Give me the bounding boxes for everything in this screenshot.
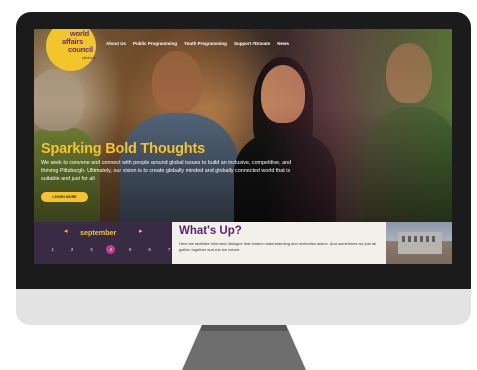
nav-public-programming[interactable]: Public Programming (133, 41, 177, 46)
calendar-day-selected[interactable]: 4 (101, 245, 120, 254)
monitor-chin (16, 289, 471, 325)
site-logo[interactable]: world affairs council pittsburgh (46, 29, 102, 71)
calendar-day[interactable]: 3 (82, 245, 101, 254)
whats-up-title: What's Up? (179, 225, 242, 237)
hero-description: We seek to convene and connect with peop… (41, 160, 292, 183)
calendar-month: september (80, 228, 117, 237)
logo-text-council: council (68, 45, 93, 54)
nav-about-us[interactable]: About Us (106, 41, 126, 46)
logo-text-pittsburgh: pittsburgh (82, 56, 96, 60)
nav-news[interactable]: News (277, 41, 289, 46)
nav-youth-programming[interactable]: Youth Programming (184, 41, 227, 46)
calendar-day[interactable]: 5 (121, 245, 140, 254)
monitor-stand (182, 325, 306, 370)
whats-up-text: Here we facilitate informed dialogue tha… (179, 241, 376, 252)
thumbnail-windows (402, 236, 438, 242)
hero-title: Sparking Bold Thoughts (41, 141, 205, 157)
calendar-next-arrow-icon[interactable]: ▸ (139, 227, 143, 235)
calendar-day[interactable]: 1 (43, 245, 62, 254)
nav-support-donate[interactable]: Support #Donate (234, 41, 270, 46)
whats-up-panel: What's Up? Here we facilitate informed d… (172, 222, 386, 264)
main-nav: About Us Public Programming Youth Progra… (106, 41, 289, 46)
calendar-day[interactable]: 6 (140, 245, 159, 254)
calendar-days: 1 2 3 4 5 6 7 (43, 245, 179, 254)
calendar-prev-arrow-icon[interactable]: ◂ (64, 227, 68, 235)
learn-more-button[interactable]: LEARN MORE (41, 192, 88, 202)
website-screen: world affairs council pittsburgh About U… (34, 29, 452, 264)
calendar-day[interactable]: 2 (62, 245, 81, 254)
